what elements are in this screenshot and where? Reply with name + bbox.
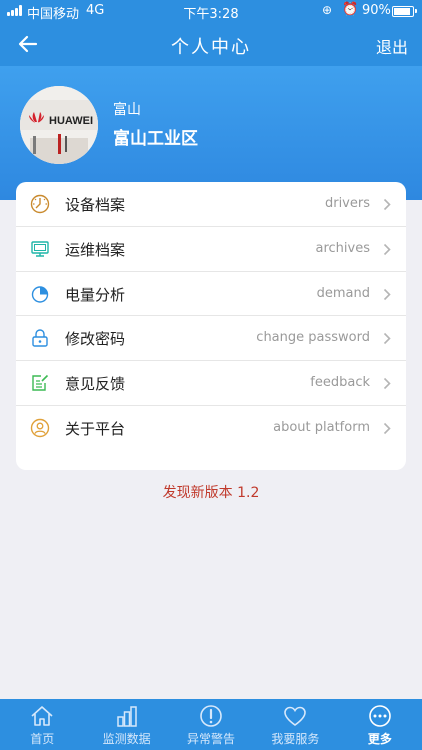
lock-icon xyxy=(32,329,48,348)
page-title: 个人中心 xyxy=(171,37,251,58)
tab-alerts[interactable]: 异常警告 xyxy=(169,699,253,750)
tab-label: 更多 xyxy=(367,732,392,746)
dial-icon xyxy=(30,194,50,214)
menu-item-label: 设备档案 xyxy=(65,196,126,214)
avatar[interactable]: HUAWEI xyxy=(20,86,98,164)
user-name: 富山 xyxy=(113,102,141,118)
bar-chart-icon xyxy=(116,706,137,727)
menu-item-subtitle: about platform xyxy=(273,419,370,435)
menu-item-label: 关于平台 xyxy=(65,419,126,438)
menu-item-subtitle: feedback xyxy=(310,375,370,391)
home-icon xyxy=(31,706,53,726)
user-organization: 富山工业区 xyxy=(113,129,198,149)
menu-item-about-platform[interactable]: 关于平台 about platform xyxy=(16,406,406,451)
tab-label: 首页 xyxy=(30,732,55,746)
menu-item-device-archive[interactable]: 设备档案 drivers xyxy=(16,182,406,227)
menu-item-label: 修改密码 xyxy=(65,330,126,349)
tab-services[interactable]: 我要服务 xyxy=(253,699,337,750)
alarm-icon: ⏰ xyxy=(342,2,359,17)
monitor-icon xyxy=(31,241,49,257)
avatar-brand-text: HUAWEI xyxy=(49,115,93,127)
menu-item-change-password[interactable]: 修改密码 change password xyxy=(16,316,406,362)
user-circle-icon xyxy=(30,418,50,438)
battery-icon xyxy=(392,6,417,17)
chevron-right-icon xyxy=(383,288,391,300)
tab-bar: 首页 监测数据 异常警告 我要服务 更多 xyxy=(0,699,422,750)
feedback-icon xyxy=(32,375,49,391)
menu-item-label: 运维档案 xyxy=(65,240,126,259)
tab-monitoring-data[interactable]: 监测数据 xyxy=(84,699,168,750)
logout-button[interactable]: 退出 xyxy=(376,34,408,58)
chevron-right-icon xyxy=(383,243,391,255)
menu-item-feedback[interactable]: 意见反馈 feedback xyxy=(16,361,406,406)
new-version-link[interactable]: 发现新版本 1.2 xyxy=(0,482,422,502)
tab-label: 我要服务 xyxy=(271,732,320,746)
more-icon xyxy=(369,705,391,727)
clock: 下午3:28 xyxy=(183,7,239,22)
settings-menu: 设备档案 drivers 运维档案 archives 电量分析 demand 修… xyxy=(16,182,406,470)
nav-bar: 个人中心 退出 xyxy=(0,22,422,66)
alert-icon xyxy=(200,705,222,727)
menu-item-label: 意见反馈 xyxy=(65,375,126,394)
heart-icon xyxy=(284,706,307,726)
menu-item-maintenance-archive[interactable]: 运维档案 archives xyxy=(16,227,406,272)
tab-home[interactable]: 首页 xyxy=(0,699,84,750)
chevron-right-icon xyxy=(383,378,391,390)
menu-item-subtitle: change password xyxy=(256,330,370,346)
tab-label: 异常警告 xyxy=(187,732,236,746)
battery-percentage: 90% xyxy=(362,3,391,18)
profile-header: HUAWEI 富山 富山工业区 xyxy=(0,66,422,200)
rotation-lock-icon: ⊕ xyxy=(322,3,333,17)
tab-label: 监测数据 xyxy=(102,732,151,746)
menu-item-subtitle: archives xyxy=(315,240,371,256)
menu-item-label: 电量分析 xyxy=(65,285,126,304)
status-bar: 中国移动 4G 下午3:28 ⊕ ⏰ 90% xyxy=(0,0,422,22)
tab-more[interactable]: 更多 xyxy=(338,699,422,750)
menu-item-subtitle: demand xyxy=(316,285,370,301)
pie-chart-icon xyxy=(31,285,49,303)
chevron-right-icon xyxy=(383,198,391,211)
chevron-right-icon xyxy=(383,333,391,345)
chevron-right-icon xyxy=(383,422,391,435)
menu-item-subtitle: drivers xyxy=(324,196,370,211)
menu-item-power-analysis[interactable]: 电量分析 demand xyxy=(16,272,406,317)
